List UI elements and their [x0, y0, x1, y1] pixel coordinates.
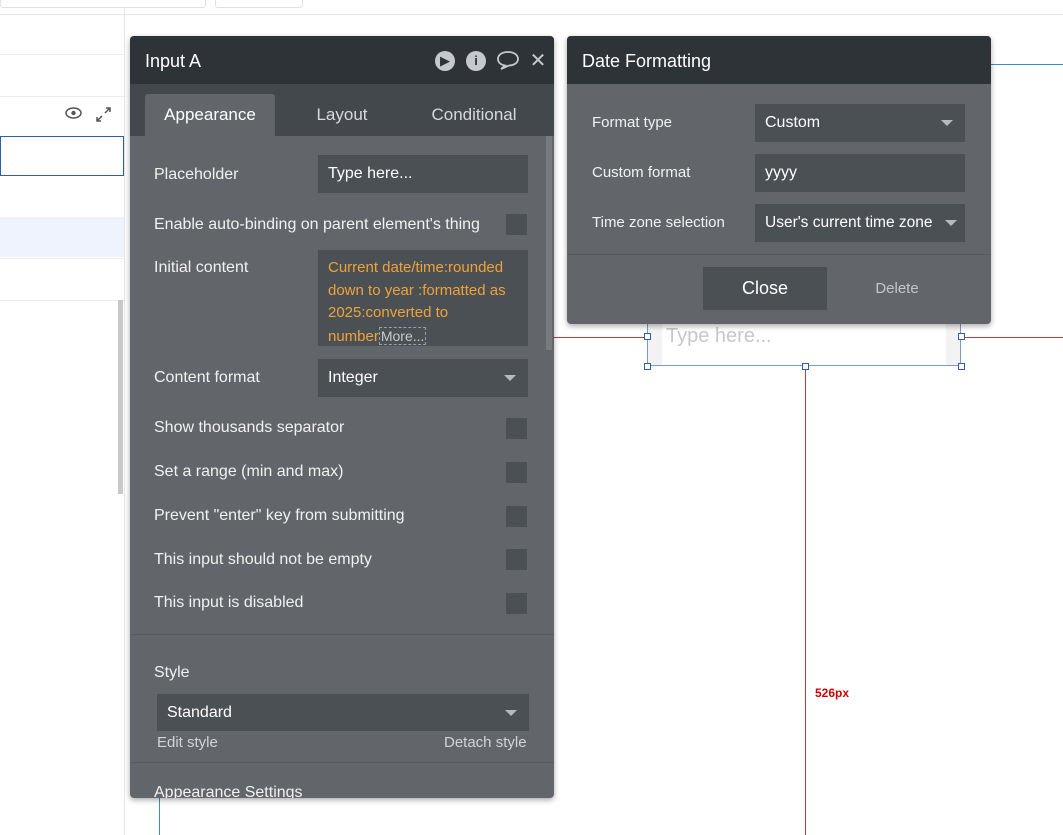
- property-editor-title: Input A: [145, 51, 202, 71]
- autobinding-checkbox[interactable]: [506, 214, 527, 235]
- placeholder-input[interactable]: Type here...: [318, 155, 528, 193]
- format-type-label: Format type: [592, 114, 673, 131]
- range-checkbox[interactable]: [506, 462, 527, 483]
- date-formatting-dialog: Date Formatting Format type Custom Custo…: [567, 36, 991, 324]
- range-label: Set a range (min and max): [154, 463, 344, 480]
- delete-button[interactable]: Delete: [857, 267, 937, 310]
- thousands-separator-checkbox[interactable]: [506, 418, 527, 439]
- tab-bar: Appearance Layout Conditional: [130, 84, 554, 136]
- style-dropdown[interactable]: Standard: [157, 694, 529, 731]
- top-tab[interactable]: [0, 0, 206, 8]
- tab-appearance[interactable]: Appearance: [145, 94, 275, 136]
- resize-handle[interactable]: [802, 363, 809, 370]
- resize-handle[interactable]: [958, 333, 965, 340]
- section-divider: [130, 634, 554, 635]
- timezone-value: User's current time zone: [765, 214, 933, 231]
- disabled-label: This input is disabled: [154, 594, 304, 611]
- property-editor-scrollbar[interactable]: [546, 136, 552, 350]
- disabled-checkbox[interactable]: [506, 593, 527, 614]
- appearance-settings-label[interactable]: Appearance Settings: [154, 784, 303, 798]
- content-format-value: Integer: [328, 369, 378, 386]
- tab-conditional[interactable]: Conditional: [409, 94, 539, 136]
- chevron-down-icon: [941, 120, 953, 126]
- placeholder-label: Placeholder: [154, 166, 239, 183]
- left-panel-divider: [0, 258, 124, 259]
- timezone-dropdown[interactable]: User's current time zone: [755, 204, 965, 242]
- left-panel-top-bar: [0, 0, 206, 15]
- autobinding-label: Enable auto-binding on parent element's …: [154, 216, 480, 233]
- left-panel-scrollbar[interactable]: [118, 300, 123, 494]
- selected-element-row[interactable]: [0, 136, 124, 176]
- thousands-separator-label: Show thousands separator: [154, 419, 345, 436]
- play-icon[interactable]: ▶: [435, 51, 455, 71]
- not-empty-checkbox[interactable]: [506, 549, 527, 570]
- expand-icon[interactable]: [96, 107, 111, 126]
- distance-guide-bottom: [805, 366, 806, 835]
- resize-handle[interactable]: [958, 363, 965, 370]
- custom-format-label: Custom format: [592, 164, 691, 181]
- content-format-dropdown[interactable]: Integer: [318, 359, 528, 397]
- canvas-input-a[interactable]: Type here...: [647, 318, 961, 366]
- timezone-label: Time zone selection: [592, 214, 725, 231]
- prevent-enter-label: Prevent "enter" key from submitting: [154, 507, 405, 524]
- property-editor-header: Input A ▶ i ✕: [130, 36, 554, 84]
- format-type-dropdown[interactable]: Custom: [755, 104, 965, 142]
- eye-icon[interactable]: [65, 106, 82, 123]
- style-label: Style: [154, 664, 190, 681]
- chevron-down-icon: [504, 375, 516, 381]
- tab-layout[interactable]: Layout: [277, 94, 407, 136]
- detach-style-link[interactable]: Detach style: [444, 734, 527, 751]
- canvas-input-placeholder: Type here...: [666, 325, 772, 347]
- close-icon[interactable]: ✕: [528, 51, 548, 71]
- comment-icon[interactable]: [496, 50, 519, 70]
- highlighted-row[interactable]: [0, 217, 124, 257]
- edit-style-link[interactable]: Edit style: [157, 734, 218, 751]
- date-formatting-header: Date Formatting: [567, 36, 991, 84]
- distance-guide-left: [554, 337, 647, 338]
- property-editor: Input A ▶ i ✕ Appearance Layout Conditio…: [130, 36, 554, 798]
- chevron-down-icon: [505, 710, 517, 716]
- left-editor-panel: [0, 0, 206, 835]
- resize-handle[interactable]: [644, 363, 651, 370]
- top-border-line: [124, 14, 1063, 15]
- canvas-guide-line: [990, 64, 1063, 65]
- close-button[interactable]: Close: [703, 267, 827, 310]
- more-button[interactable]: More...: [378, 326, 427, 345]
- top-tab[interactable]: [215, 0, 303, 8]
- not-empty-label: This input should not be empty: [154, 551, 372, 568]
- section-divider: [130, 762, 554, 763]
- resize-handle[interactable]: [644, 333, 651, 340]
- date-formatting-title: Date Formatting: [582, 51, 712, 71]
- distance-label: 526px: [815, 686, 850, 700]
- content-format-label: Content format: [154, 369, 260, 386]
- chevron-down-icon: [945, 220, 957, 226]
- left-panel-divider: [0, 96, 124, 97]
- info-icon[interactable]: i: [466, 51, 486, 71]
- dialog-divider: [567, 254, 991, 255]
- style-value: Standard: [167, 704, 232, 721]
- custom-format-input[interactable]: yyyy: [755, 154, 965, 192]
- distance-guide-right: [961, 337, 1063, 338]
- prevent-enter-checkbox[interactable]: [506, 506, 527, 527]
- left-panel-divider: [0, 300, 124, 301]
- initial-content-expression[interactable]: Current date/time:rounded down to year :…: [318, 250, 528, 346]
- left-panel-divider: [0, 54, 124, 55]
- initial-content-label: Initial content: [154, 259, 249, 276]
- format-type-value: Custom: [765, 114, 821, 131]
